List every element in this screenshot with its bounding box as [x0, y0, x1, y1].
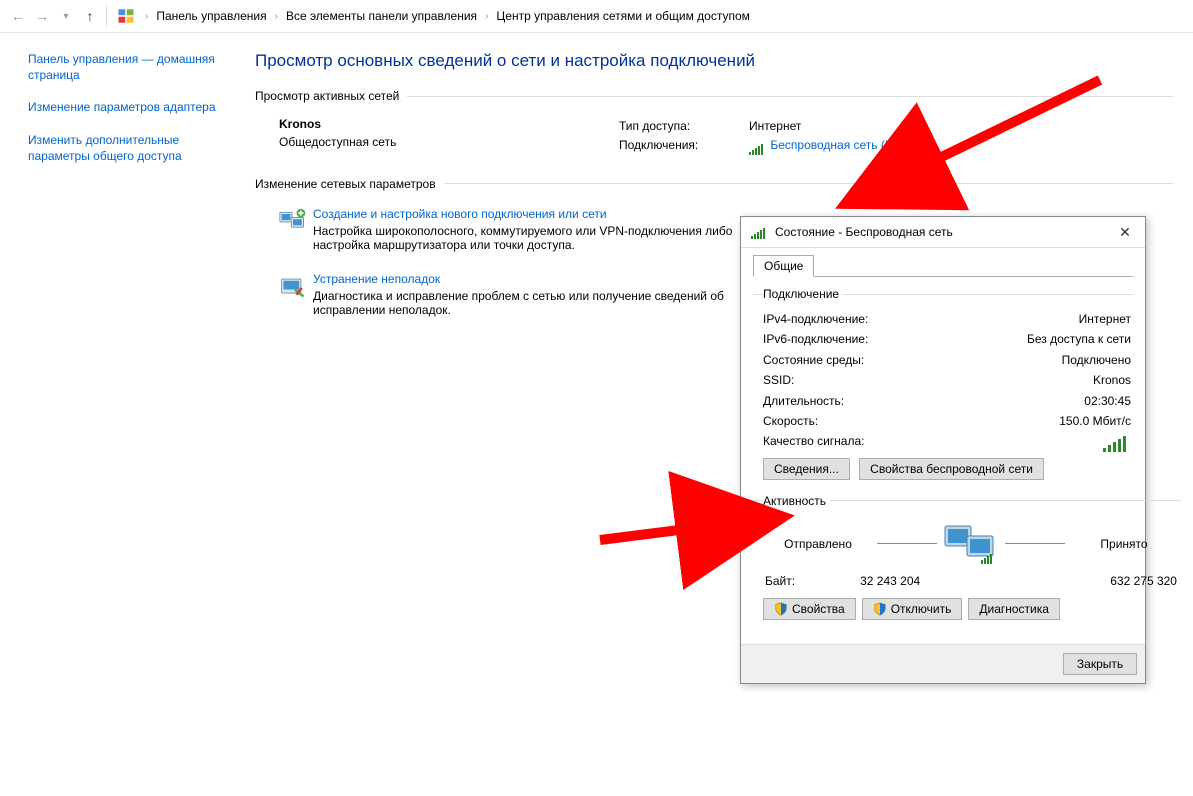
sidebar-link-sharing-settings[interactable]: Изменить дополнительные параметры общего…: [28, 132, 227, 164]
connection-link[interactable]: Беспроводная сеть (Kronos): [770, 138, 927, 152]
chevron-right-icon: ›: [275, 11, 278, 22]
sidebar: Панель управления — домашняя страница Из…: [0, 33, 235, 796]
section-change-settings: Изменение сетевых параметров: [255, 177, 1173, 191]
connections-label: Подключения:: [619, 136, 749, 155]
group-connection: Подключение IPv4-подключение: Интернет IP…: [753, 287, 1133, 486]
section-header-label: Просмотр активных сетей: [255, 89, 399, 103]
ssid-label: SSID:: [763, 370, 913, 390]
tab-general[interactable]: Общие: [753, 255, 814, 277]
chevron-right-icon: ›: [485, 11, 488, 22]
ipv6-value: Без доступа к сети: [1027, 329, 1131, 349]
sidebar-link-home[interactable]: Панель управления — домашняя страница: [28, 51, 227, 83]
signal-quality-label: Качество сигнала:: [763, 431, 913, 451]
control-panel-icon: [117, 7, 135, 25]
activity-monitors-icon: [941, 522, 1001, 566]
group-activity-label: Активность: [763, 494, 830, 508]
speed-value: 150.0 Мбит/с: [1059, 411, 1131, 431]
shield-icon: [873, 602, 887, 616]
ipv4-value: Интернет: [1079, 309, 1131, 329]
access-type-value: Интернет: [749, 117, 927, 136]
nav-recent-button[interactable]: ▾: [54, 4, 78, 28]
details-button[interactable]: Сведения...: [763, 458, 850, 480]
dialog-title: Состояние - Беспроводная сеть: [775, 225, 1111, 239]
diagnostics-button[interactable]: Диагностика: [968, 598, 1060, 620]
wireless-status-dialog: Состояние - Беспроводная сеть ✕ Общие По…: [740, 216, 1146, 684]
dialog-tabs: Общие: [753, 254, 1133, 277]
access-type-label: Тип доступа:: [619, 117, 749, 136]
nav-back-button[interactable]: ←: [6, 4, 30, 28]
dialog-close-button[interactable]: ✕: [1111, 220, 1139, 244]
properties-button[interactable]: Свойства: [763, 598, 856, 620]
speed-label: Скорость:: [763, 411, 913, 431]
received-label: Принято: [1069, 537, 1179, 551]
network-type: Общедоступная сеть: [279, 135, 619, 149]
chevron-right-icon: ›: [145, 11, 148, 22]
group-activity: Активность Отправлено Принято Байт: 32 2…: [753, 494, 1181, 624]
signal-bars-icon: [749, 136, 764, 155]
signal-quality-bars-icon: [1103, 431, 1128, 451]
ipv4-label: IPv4-подключение:: [763, 309, 913, 329]
task-troubleshoot-desc: Диагностика и исправление проблем с сеть…: [313, 289, 753, 317]
media-state-label: Состояние среды:: [763, 350, 913, 370]
troubleshoot-icon: [279, 272, 313, 317]
section-header-label: Изменение сетевых параметров: [255, 177, 436, 191]
new-connection-icon: [279, 207, 313, 252]
breadcrumb-network-center[interactable]: Центр управления сетями и общим доступом: [492, 7, 754, 25]
bytes-received-value: 632 275 320: [1110, 574, 1177, 588]
address-bar: ← → ▾ ↑ › Панель управления › Все элемен…: [0, 0, 1193, 33]
page-title: Просмотр основных сведений о сети и наст…: [255, 51, 1173, 71]
bytes-sent-value: 32 243 204: [860, 574, 920, 588]
bytes-label: Байт:: [765, 574, 795, 588]
dialog-titlebar[interactable]: Состояние - Беспроводная сеть ✕: [741, 217, 1145, 248]
nav-up-button[interactable]: ↑: [78, 4, 102, 28]
sidebar-link-adapter-settings[interactable]: Изменение параметров адаптера: [28, 99, 227, 115]
disconnect-button-label: Отключить: [891, 602, 952, 616]
active-network-row: Kronos Общедоступная сеть Тип доступа: П…: [255, 113, 1173, 171]
wireless-properties-button[interactable]: Свойства беспроводной сети: [859, 458, 1044, 480]
task-new-connection-desc: Настройка широкополосного, коммутируемог…: [313, 224, 753, 252]
breadcrumb-control-panel[interactable]: Панель управления: [152, 7, 270, 25]
ssid-value: Kronos: [1093, 370, 1131, 390]
nav-forward-button: →: [30, 4, 54, 28]
disconnect-button[interactable]: Отключить: [862, 598, 963, 620]
task-new-connection-link[interactable]: Создание и настройка нового подключения …: [313, 207, 753, 221]
breadcrumb-all-items[interactable]: Все элементы панели управления: [282, 7, 481, 25]
network-name: Kronos: [279, 117, 619, 131]
shield-icon: [774, 602, 788, 616]
ipv6-label: IPv6-подключение:: [763, 329, 913, 349]
signal-bars-icon: [751, 225, 766, 239]
media-state-value: Подключено: [1062, 350, 1131, 370]
task-troubleshoot-link[interactable]: Устранение неполадок: [313, 272, 753, 286]
group-connection-label: Подключение: [763, 287, 843, 301]
properties-button-label: Свойства: [792, 602, 845, 616]
duration-label: Длительность:: [763, 391, 913, 411]
duration-value: 02:30:45: [1084, 391, 1131, 411]
section-active-networks: Просмотр активных сетей: [255, 89, 1173, 103]
sent-label: Отправлено: [763, 537, 873, 551]
close-button[interactable]: Закрыть: [1063, 653, 1137, 675]
